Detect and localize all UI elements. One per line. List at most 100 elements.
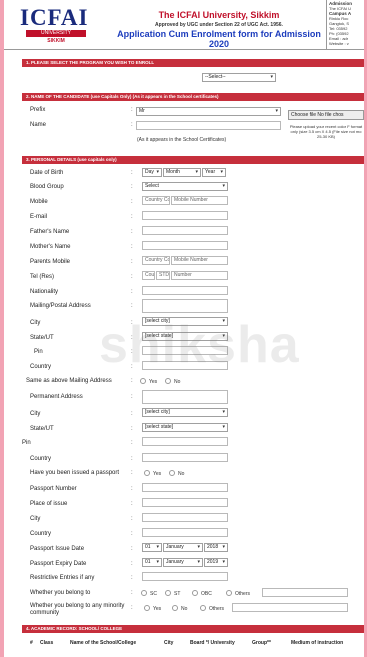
colon: : bbox=[131, 378, 133, 384]
colon: : bbox=[131, 440, 133, 446]
passport-yes-radio[interactable] bbox=[144, 470, 150, 476]
restrictive-input[interactable] bbox=[142, 572, 228, 581]
col-header-medium: Medium of instruction bbox=[291, 640, 344, 646]
pin-label: Pin bbox=[34, 349, 43, 355]
issue-city-input[interactable] bbox=[142, 513, 228, 522]
shiksha-watermark: shiksha bbox=[99, 316, 300, 374]
photo-upload-button[interactable]: Choose file No file chos bbox=[288, 110, 364, 120]
minority-no-label: No bbox=[181, 606, 188, 612]
restrictive-label: Restrictive Entries if any bbox=[30, 575, 95, 581]
col-header-group: Group** bbox=[252, 640, 271, 646]
colon: : bbox=[131, 394, 133, 400]
issue-year-select[interactable]: 2018 bbox=[204, 543, 228, 552]
section-personal-title: 3. PERSONAL DETAILS (use capitals only) bbox=[22, 156, 364, 164]
colon: : bbox=[131, 244, 133, 250]
mailing-address-label: Mailing/Postal Address bbox=[30, 303, 91, 309]
expiry-year-select[interactable]: 2019 bbox=[204, 558, 228, 567]
category-obc-label: OBC bbox=[201, 591, 212, 597]
parents-country-code-input[interactable]: Country Cc bbox=[142, 256, 170, 265]
minority-no-radio[interactable] bbox=[172, 605, 178, 611]
issue-city-label: City bbox=[30, 516, 41, 522]
permanent-pin-input[interactable] bbox=[142, 437, 228, 446]
dob-month-select[interactable]: Month bbox=[163, 168, 201, 177]
issue-country-input[interactable] bbox=[142, 528, 228, 537]
col-header-num: # bbox=[30, 640, 33, 646]
mobile-country-code-input[interactable]: Country Cc bbox=[142, 196, 170, 205]
category-others-input[interactable] bbox=[262, 588, 348, 597]
permanent-state-select[interactable]: [select state] bbox=[142, 423, 228, 432]
colon: : bbox=[131, 561, 133, 567]
name-note: (As it appears in the School Certificate… bbox=[137, 137, 227, 143]
permanent-city-select[interactable]: [select city] bbox=[142, 408, 228, 417]
same-address-yes-radio[interactable] bbox=[140, 378, 146, 384]
colon: : bbox=[131, 170, 133, 176]
category-sc-radio[interactable] bbox=[141, 590, 147, 596]
category-label: Whether you belong to bbox=[30, 590, 91, 596]
colon: : bbox=[131, 575, 133, 581]
colon: : bbox=[131, 546, 133, 552]
colon: : bbox=[131, 303, 133, 309]
parents-mobile-input[interactable]: Mobile Number bbox=[171, 256, 228, 265]
section-academic-title: 4. ACADEMIC RECORD: SCHOOL/ COLLEGE bbox=[22, 625, 364, 633]
prefix-label: Prefix bbox=[30, 107, 46, 113]
minority-yes-label: Yes bbox=[153, 606, 162, 612]
colon: : bbox=[131, 259, 133, 265]
colon: : bbox=[131, 470, 133, 476]
colon: : bbox=[131, 289, 133, 295]
logo-sub: SIKKIM bbox=[47, 38, 65, 44]
category-others-radio[interactable] bbox=[226, 590, 232, 596]
country-label: Country bbox=[30, 364, 52, 370]
expiry-month-select[interactable]: January bbox=[163, 558, 203, 567]
mobile-label: Mobile bbox=[30, 199, 48, 205]
same-address-no-radio[interactable] bbox=[165, 378, 171, 384]
dob-day-select[interactable]: Day bbox=[142, 168, 162, 177]
tel-std-input[interactable]: STD bbox=[156, 271, 170, 280]
category-obc-radio[interactable] bbox=[192, 590, 198, 596]
mother-name-input[interactable] bbox=[142, 241, 228, 250]
colon: : bbox=[131, 107, 133, 113]
permanent-city-label: City bbox=[30, 411, 41, 417]
colon: : bbox=[131, 274, 133, 280]
minority-others-input[interactable] bbox=[232, 603, 348, 612]
university-name: The ICFAI University, Sikkim bbox=[158, 10, 280, 20]
colon: : bbox=[131, 411, 133, 417]
passport-number-input[interactable] bbox=[142, 483, 228, 492]
blood-group-select[interactable]: Select bbox=[142, 182, 228, 191]
minority-yes-radio[interactable] bbox=[144, 605, 150, 611]
approval-text: Approved by UGC under Section 22 of UGC … bbox=[155, 22, 283, 28]
expiry-day-select[interactable]: 01 bbox=[142, 558, 162, 567]
mailing-address-input[interactable] bbox=[142, 299, 228, 313]
place-of-issue-input[interactable] bbox=[142, 498, 228, 507]
logo-bar: UNIVERSITY bbox=[26, 30, 86, 37]
name-input[interactable] bbox=[136, 121, 281, 130]
tel-number-input[interactable]: Number bbox=[171, 271, 228, 280]
prefix-select[interactable]: Mr bbox=[136, 107, 281, 116]
permanent-address-input[interactable] bbox=[142, 390, 228, 404]
parents-mobile-label: Parents Mobile bbox=[30, 259, 71, 265]
category-st-radio[interactable] bbox=[165, 590, 171, 596]
colon: : bbox=[131, 516, 133, 522]
passport-no-radio[interactable] bbox=[169, 470, 175, 476]
passport-issued-label: Have you been issued a passport bbox=[30, 470, 120, 476]
colon: : bbox=[131, 426, 133, 432]
program-select[interactable]: --Select-- bbox=[202, 73, 276, 82]
father-name-input[interactable] bbox=[142, 226, 228, 235]
email-input[interactable] bbox=[142, 211, 228, 220]
category-sc-label: SC bbox=[150, 591, 157, 597]
minority-label: Whether you belong to any minority commu… bbox=[30, 603, 125, 616]
city-label: City bbox=[30, 320, 41, 326]
address-line: Website : v bbox=[329, 41, 349, 46]
colon: : bbox=[131, 501, 133, 507]
mobile-number-input[interactable]: Mobile Number bbox=[171, 196, 228, 205]
blood-group-label: Blood Group bbox=[30, 184, 64, 190]
photo-note: Please upload your recent color F format… bbox=[289, 124, 363, 139]
issue-day-select[interactable]: 01 bbox=[142, 543, 162, 552]
place-of-issue-label: Place of issue bbox=[30, 501, 68, 507]
dob-year-select[interactable]: Year bbox=[202, 168, 226, 177]
form-header: ICFAI UNIVERSITY SIKKIM The ICFAI Univer… bbox=[4, 0, 364, 50]
nationality-input[interactable] bbox=[142, 286, 228, 295]
tel-country-input[interactable]: Cou bbox=[142, 271, 155, 280]
issue-month-select[interactable]: January bbox=[163, 543, 203, 552]
minority-others-radio[interactable] bbox=[200, 605, 206, 611]
permanent-country-input[interactable] bbox=[142, 453, 228, 462]
